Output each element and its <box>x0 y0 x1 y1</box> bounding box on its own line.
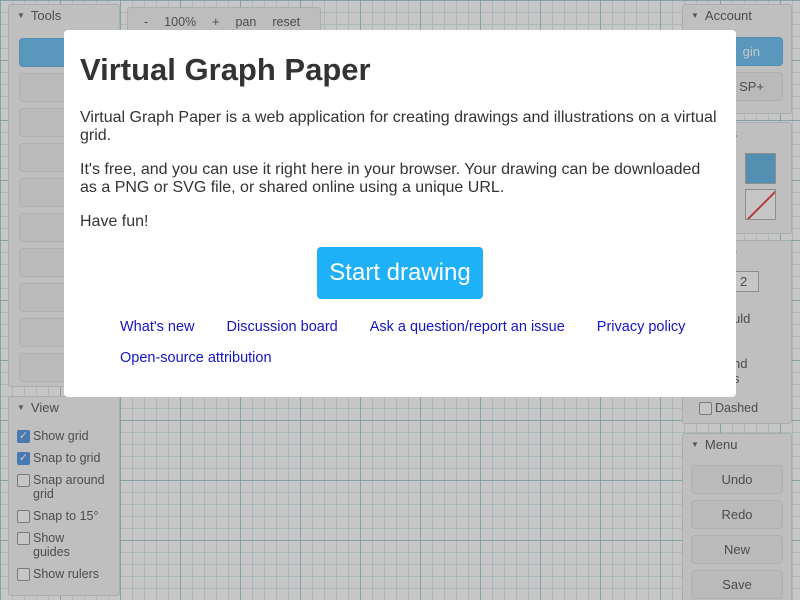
start-button-wrap: Start drawing <box>80 247 720 299</box>
dialog-have-fun-text: Have fun! <box>80 213 149 230</box>
privacy-policy-link[interactable]: Privacy policy <box>597 319 686 336</box>
discussion-board-link[interactable]: Discussion board <box>227 319 338 336</box>
ask-question-link[interactable]: Ask a question/report an issue <box>370 319 565 336</box>
dialog-title: Virtual Graph Paper <box>80 52 371 87</box>
start-drawing-button[interactable]: Start drawing <box>317 247 483 299</box>
dialog-links: What's new Discussion board Ask a questi… <box>80 319 720 367</box>
dialog-intro-text: Virtual Graph Paper is a web application… <box>80 109 717 144</box>
dialog-free-text: It's free, and you can use it right here… <box>80 161 701 196</box>
welcome-dialog: Virtual Graph Paper Virtual Graph Paper … <box>64 30 736 397</box>
open-source-attribution-link[interactable]: Open-source attribution <box>120 350 272 367</box>
whats-new-link[interactable]: What's new <box>120 319 195 336</box>
